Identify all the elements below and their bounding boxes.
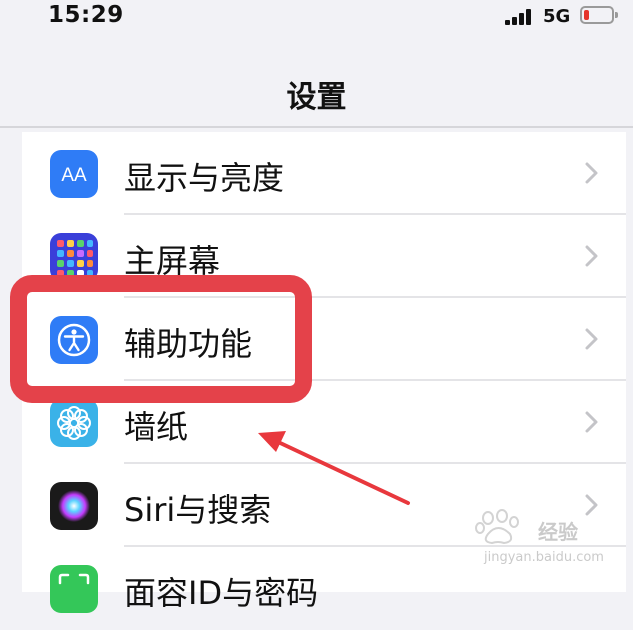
chevron-right-icon: [585, 328, 598, 350]
wallpaper-icon: [50, 399, 98, 447]
settings-item-home-screen[interactable]: 主屏幕: [22, 215, 626, 298]
watermark-url: jingyan.baidu.com: [484, 550, 604, 565]
watermark-brand: 经验: [538, 520, 578, 544]
baidu-paw-logo: [475, 509, 519, 545]
settings-item-label: 墙纸: [124, 408, 189, 446]
settings-item-accessibility[interactable]: 辅助功能: [22, 298, 626, 381]
baidu-jingyan-watermark: 经验 jingyan.baidu.com: [470, 508, 610, 568]
status-time: 15:29: [48, 2, 124, 28]
settings-item-label: Siri与搜索: [124, 491, 272, 529]
cellular-signal-icon: [505, 9, 535, 25]
chevron-right-icon: [585, 411, 598, 433]
siri-icon: [50, 482, 98, 530]
svg-text:AA: AA: [61, 165, 87, 186]
network-type: 5G: [543, 6, 571, 27]
display-brightness-icon: AA: [50, 150, 98, 198]
face-id-icon: [50, 565, 98, 613]
chevron-right-icon: [585, 162, 598, 184]
home-screen-icon: [50, 233, 98, 281]
settings-item-label: 主屏幕: [124, 242, 221, 280]
accessibility-icon: [50, 316, 98, 364]
settings-item-wallpaper[interactable]: 墙纸: [22, 381, 626, 464]
battery-icon: [580, 6, 618, 24]
nav-divider: [0, 126, 633, 128]
chevron-right-icon: [585, 245, 598, 267]
settings-item-label: 面容ID与密码: [124, 574, 319, 612]
status-bar: 15:29 5G: [0, 0, 633, 40]
settings-item-label: 显示与亮度: [124, 159, 285, 197]
settings-item-label: 辅助功能: [124, 325, 253, 363]
page-title: 设置: [286, 80, 347, 115]
settings-item-display-brightness[interactable]: AA 显示与亮度: [22, 132, 626, 215]
